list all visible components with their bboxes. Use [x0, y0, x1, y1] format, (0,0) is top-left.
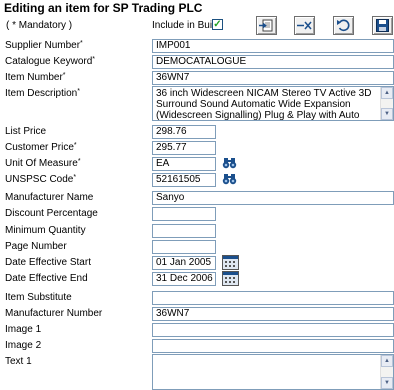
manufacturer-number-input[interactable]: 36WN7 [152, 307, 394, 321]
catalogue-keyword-input[interactable]: DEMOCATALOGUE [152, 55, 394, 69]
scroll-up-icon[interactable]: ▲ [381, 355, 393, 367]
page-title: Editing an item for SP Trading PLC [4, 1, 203, 15]
item-description-text: 36 inch Widescreen NICAM Stereo TV Activ… [156, 88, 372, 121]
item-description-scrollbar[interactable]: ▲ ▼ [380, 87, 393, 120]
unspsc-code-label: UNSPSC Code* [5, 174, 77, 185]
page-number-input[interactable] [152, 240, 216, 254]
item-description-textarea[interactable]: 36 inch Widescreen NICAM Stereo TV Activ… [152, 86, 394, 121]
item-substitute-input[interactable] [152, 291, 394, 305]
image-1-label: Image 1 [5, 324, 42, 335]
customer-price-input[interactable]: 295.77 [152, 141, 216, 155]
unit-of-measure-input[interactable]: EA [152, 157, 216, 171]
item-number-input[interactable]: 36WN7 [152, 71, 394, 85]
image-2-label: Image 2 [5, 340, 42, 351]
unit-of-measure-lookup-button[interactable] [221, 155, 238, 170]
delete-button[interactable] [294, 16, 315, 35]
customer-price-label: Customer Price* [5, 142, 77, 153]
date-effective-start-calendar-button[interactable] [222, 255, 239, 270]
date-effective-start-input[interactable]: 01 Jan 2005 [152, 256, 216, 270]
unit-of-measure-label: Unit Of Measure* [5, 158, 81, 169]
minimum-quantity-input[interactable] [152, 224, 216, 238]
undo-button[interactable] [333, 16, 354, 35]
manufacturer-number-label: Manufacturer Number [5, 308, 103, 319]
list-price-input[interactable]: 298.76 [152, 125, 216, 139]
include-in-build-checkbox[interactable]: ✓ [212, 19, 223, 30]
supplier-number-label: Supplier Number* [5, 40, 83, 51]
text-1-label: Text 1 [5, 356, 32, 367]
import-icon [259, 19, 273, 32]
delete-icon [297, 21, 312, 30]
unspsc-code-lookup-button[interactable] [221, 171, 238, 186]
catalogue-keyword-label: Catalogue Keyword* [5, 56, 96, 67]
calendar-icon [223, 256, 238, 267]
include-in-build-label: Include in Build [152, 20, 220, 31]
save-button[interactable] [372, 16, 393, 35]
supplier-number-input[interactable]: IMP001 [152, 39, 394, 53]
text-1-textarea[interactable]: ▲ ▼ [152, 354, 394, 390]
date-effective-start-label: Date Effective Start [5, 257, 91, 268]
image-1-input[interactable] [152, 323, 394, 337]
scroll-down-icon[interactable]: ▼ [381, 377, 393, 389]
save-icon [376, 19, 389, 32]
minimum-quantity-label: Minimum Quantity [5, 225, 86, 236]
item-description-label: Item Description* [5, 88, 80, 99]
discount-percentage-input[interactable] [152, 207, 216, 221]
text-1-scrollbar[interactable]: ▲ ▼ [380, 355, 393, 389]
binoculars-icon [222, 173, 237, 184]
binoculars-icon [222, 157, 237, 168]
manufacturer-name-input[interactable]: Sanyo [152, 191, 394, 205]
manufacturer-name-label: Manufacturer Name [5, 192, 94, 203]
undo-icon [337, 19, 350, 32]
mandatory-note: ( * Mandatory ) [6, 20, 73, 31]
scroll-up-icon[interactable]: ▲ [381, 87, 393, 99]
unspsc-code-input[interactable]: 52161505 [152, 173, 216, 187]
date-effective-end-input[interactable]: 31 Dec 2006 [152, 272, 216, 286]
date-effective-end-label: Date Effective End [5, 273, 88, 284]
date-effective-end-calendar-button[interactable] [222, 271, 239, 286]
item-number-label: Item Number* [5, 72, 66, 83]
item-substitute-label: Item Substitute [5, 292, 72, 303]
import-button[interactable] [256, 16, 277, 35]
list-price-label: List Price [5, 126, 47, 137]
calendar-icon [223, 272, 238, 283]
scroll-down-icon[interactable]: ▼ [381, 108, 393, 120]
image-2-input[interactable] [152, 339, 394, 353]
page-number-label: Page Number [5, 241, 67, 252]
discount-percentage-label: Discount Percentage [5, 208, 98, 219]
